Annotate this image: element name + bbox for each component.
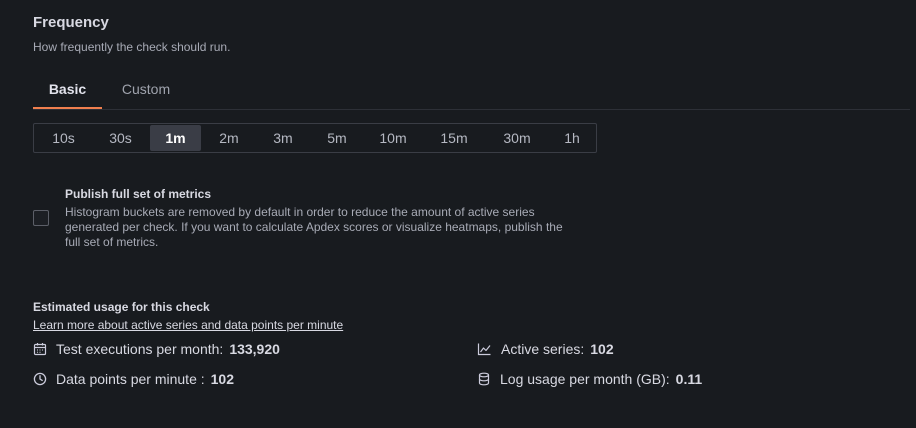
frequency-option-10s[interactable]: 10s (35, 125, 92, 151)
stat-active-series: Active series: 102 (477, 339, 614, 359)
stat-value: 133,920 (229, 341, 280, 357)
section-title: Frequency (33, 14, 109, 31)
frequency-option-30m[interactable]: 30m (486, 125, 548, 151)
frequency-option-1h[interactable]: 1h (548, 125, 596, 151)
calendar-icon (33, 343, 47, 356)
frequency-option-10m[interactable]: 10m (364, 125, 422, 151)
usage-learn-more-link[interactable]: Learn more about active series and data … (33, 318, 343, 332)
frequency-option-30s[interactable]: 30s (92, 125, 149, 151)
stat-data-points: Data points per minute : 102 (33, 369, 234, 389)
active-tab-indicator (33, 107, 102, 109)
tab-custom-label: Custom (121, 81, 171, 97)
frequency-options: 10s 30s 1m 2m 3m 5m 10m 15m 30m 1h (33, 123, 597, 153)
stat-label: Log usage per month (GB): (500, 371, 670, 387)
publish-metrics-label: Publish full set of metrics (65, 187, 212, 201)
stat-label: Data points per minute : (56, 371, 205, 387)
tab-custom[interactable]: Custom (112, 70, 180, 108)
stat-value: 102 (590, 341, 614, 357)
publish-metrics-checkbox[interactable] (33, 210, 49, 226)
frequency-option-3m[interactable]: 3m (256, 125, 310, 151)
stat-label: Test executions per month: (56, 341, 224, 357)
frequency-option-5m[interactable]: 5m (310, 125, 364, 151)
stat-value: 102 (210, 371, 234, 387)
stat-label: Active series: (501, 341, 585, 357)
frequency-option-2m[interactable]: 2m (202, 125, 256, 151)
clock-icon (33, 372, 47, 386)
chart-line-icon (477, 343, 491, 356)
frequency-option-1m[interactable]: 1m (150, 125, 201, 151)
stat-log-usage: Log usage per month (GB): 0.11 (477, 369, 702, 389)
database-icon (478, 372, 490, 386)
publish-metrics-description: Histogram buckets are removed by default… (65, 205, 563, 249)
stat-value: 0.11 (675, 371, 703, 387)
stat-test-executions: Test executions per month: 133,920 (33, 339, 280, 359)
frequency-tabs: Basic Custom (33, 70, 910, 110)
tab-basic-label: Basic (48, 81, 87, 97)
tab-basic[interactable]: Basic (33, 70, 102, 109)
usage-title: Estimated usage for this check (33, 300, 210, 314)
frequency-option-15m[interactable]: 15m (422, 125, 486, 151)
section-description: How frequently the check should run. (33, 40, 231, 54)
